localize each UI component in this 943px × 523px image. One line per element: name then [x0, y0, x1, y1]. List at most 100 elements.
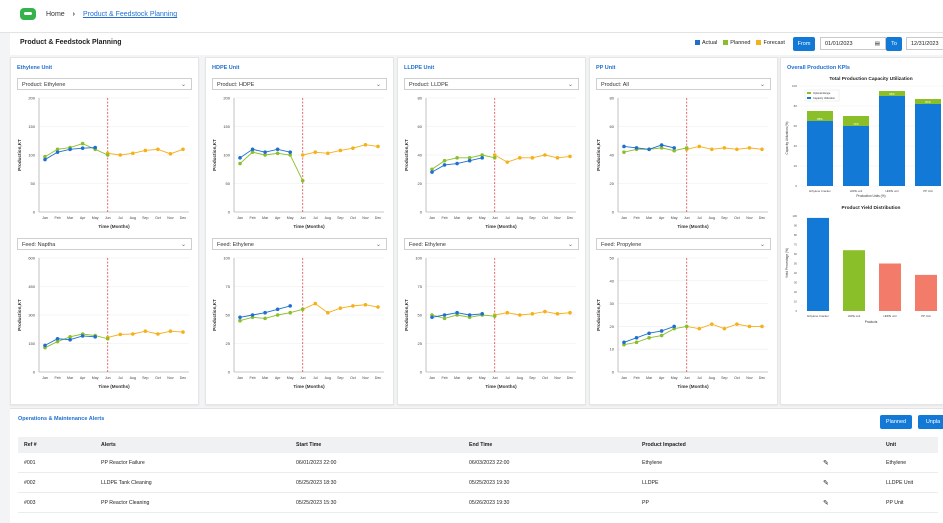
y-tick-label: 20	[418, 181, 423, 186]
capacity-bar	[915, 104, 941, 186]
bar-data-label: 85%	[817, 117, 823, 121]
x-tick-label: Sep	[721, 376, 727, 380]
capacity-bar	[879, 96, 905, 186]
chat-logo-icon[interactable]	[20, 8, 36, 20]
unit-cell: PP Unit	[880, 492, 938, 513]
to-button[interactable]: To	[886, 37, 902, 51]
x-tick-label: Sep	[337, 376, 343, 380]
data-point-planned	[634, 340, 639, 345]
data-point-planned	[492, 314, 497, 318]
data-point-planned	[238, 318, 242, 323]
y-axis-label: Capacity Utilization (%)	[785, 122, 789, 155]
x-tick-label: Dec	[180, 216, 187, 220]
y-tick-label: 600	[28, 256, 35, 261]
y-tick-label: 40	[610, 153, 615, 158]
table-row[interactable]: #003 PP Reactor Cleaning 05/25/2023 15:30 0…	[18, 492, 938, 513]
from-button[interactable]: From	[793, 37, 815, 51]
y-tick-label: 90	[794, 224, 798, 228]
data-point-actual	[80, 146, 85, 150]
unit-charts: 0 20 40 60 80 Jan Feb Mar Apr May Jun Jul Aug Sep Oct N…	[404, 96, 576, 389]
y-tick-label: 40	[418, 153, 423, 158]
data-point-actual	[43, 157, 47, 162]
data-point-actual	[467, 313, 472, 317]
x-tick-label: Mar	[67, 376, 74, 380]
data-point-actual	[238, 315, 242, 320]
data-point-planned	[275, 313, 280, 317]
category-label: HDPE unit	[885, 189, 898, 193]
ref-cell: #002	[18, 472, 95, 493]
planned-button[interactable]: Planned	[880, 415, 912, 429]
x-tick-label: Feb	[54, 216, 60, 220]
x-tick-label: Feb	[54, 376, 60, 380]
yield-bar	[915, 274, 937, 311]
data-point-actual	[263, 150, 267, 154]
category-label: PP Unit	[923, 189, 933, 193]
from-date-input[interactable]: 01/01/2023 ▤	[820, 37, 886, 50]
data-point-actual	[442, 163, 447, 167]
legend-actual: Actual	[695, 40, 717, 46]
x-tick-label: Jun	[300, 376, 306, 380]
y-tick-label: 80	[610, 96, 615, 101]
data-point-actual	[672, 324, 676, 329]
data-point-planned	[80, 141, 85, 146]
data-point-actual	[659, 143, 664, 147]
table-row[interactable]: #002 LLDPE Tank Cleaning 05/25/2023 18:30 0…	[18, 472, 938, 493]
data-point-actual	[647, 147, 651, 152]
x-axis-label: Time (Months)	[98, 224, 130, 229]
breadcrumb: Home › Product & Feedstock Planning	[46, 11, 177, 18]
to-date-input[interactable]: 12/31/2023	[906, 37, 943, 50]
series-line-planned	[623, 147, 687, 153]
x-tick-label: Sep	[142, 216, 148, 220]
x-tick-label: Sep	[529, 216, 535, 220]
data-point-actual	[659, 329, 664, 333]
edit-icon[interactable]: ✎	[817, 492, 880, 513]
data-point-forecast	[543, 309, 547, 314]
table-row[interactable]: #001 PP Reactor Failure 06/01/2023 22:00 06…	[18, 453, 938, 473]
unit-card-3: PP Unit Product: All ⌄ Feed: Propylene ⌄ 0 20 4…	[589, 57, 778, 405]
x-tick-label: Nov	[746, 376, 753, 380]
category-label: LDPE unit	[850, 189, 863, 193]
x-tick-label: Jun	[300, 216, 306, 220]
unit-cell: LLDPE Unit	[880, 472, 938, 493]
y-tick-label: 50	[226, 181, 231, 186]
data-point-planned	[105, 153, 110, 157]
data-point-planned	[647, 336, 651, 340]
data-point-planned	[684, 146, 689, 150]
breadcrumb-current[interactable]: Product & Feedstock Planning	[83, 11, 177, 18]
line-chart-3-0: 0 20 40 60 80 Jan Feb Mar Apr May Jun Jul Aug Sep Oct N…	[596, 96, 768, 229]
x-tick-label: Nov	[167, 376, 174, 380]
edit-icon[interactable]: ✎	[817, 472, 880, 493]
table-header-row: Ref # Alerts Start Time End Time Product…	[18, 437, 938, 453]
alerts-panel: Operations & Maintenance Alerts Planned …	[10, 408, 943, 523]
data-point-forecast	[530, 156, 535, 160]
y-tick-label: 80	[794, 104, 798, 108]
x-tick-label: Jan	[621, 216, 627, 220]
x-tick-label: Apr	[80, 216, 86, 220]
data-point-forecast	[181, 330, 185, 334]
y-axis-label: Production,KT	[596, 299, 601, 331]
x-tick-label: May	[287, 376, 294, 380]
data-point-forecast	[760, 324, 764, 329]
data-point-forecast	[530, 312, 535, 316]
breadcrumb-home[interactable]: Home	[46, 11, 65, 18]
y-tick-label: 100	[415, 256, 422, 261]
x-tick-label: Oct	[155, 216, 161, 220]
x-tick-label: Mar	[646, 216, 653, 220]
x-tick-label: Aug	[130, 376, 136, 380]
legend-label: Optimal Range	[813, 91, 831, 95]
yield-chart-title: Product Yield Distribution	[842, 205, 901, 211]
y-tick-label: 0	[228, 370, 231, 375]
y-tick-label: 0	[612, 370, 615, 375]
y-tick-label: 0	[420, 370, 423, 375]
x-tick-label: Mar	[67, 216, 74, 220]
edit-icon[interactable]: ✎	[817, 453, 880, 473]
x-tick-label: Jun	[684, 216, 690, 220]
x-tick-label: Sep	[142, 376, 148, 380]
unplanned-button[interactable]: Unpla	[918, 415, 943, 429]
data-point-actual	[442, 313, 447, 317]
calendar-icon[interactable]: ▤	[875, 38, 880, 51]
x-tick-label: Sep	[721, 216, 727, 220]
alerts-title: Operations & Maintenance Alerts	[18, 416, 105, 422]
y-tick-label: 20	[794, 164, 798, 168]
data-point-forecast	[722, 326, 727, 331]
